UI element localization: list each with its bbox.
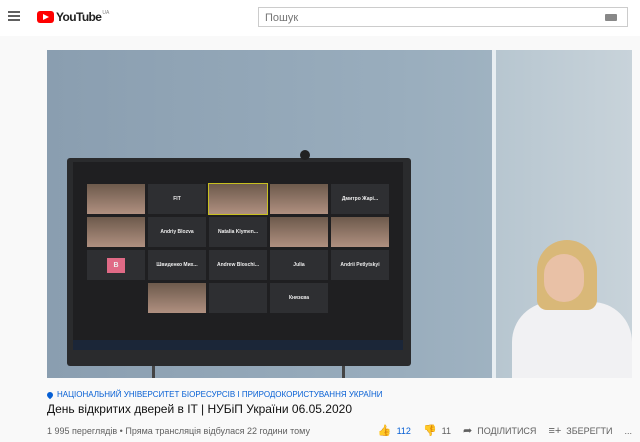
more-icon: ... [624, 425, 632, 436]
participant-tile: B [87, 250, 145, 280]
youtube-logo[interactable]: YouTube UA [37, 10, 109, 24]
video-title: День відкритих дверей в IT | НУБіП Украї… [47, 402, 352, 416]
video-player[interactable]: FIT Дмитро Жарі... Andriy Blozva Natalia Kl… [47, 50, 632, 378]
taskbar [73, 340, 403, 350]
participant-tile [270, 217, 328, 247]
participant-name: Julia [293, 262, 305, 268]
thumbs-down-icon: 👎 [422, 425, 437, 437]
tv-stand-leg [342, 366, 345, 378]
participant-name: FIT [173, 196, 181, 202]
channel-link[interactable]: НАЦІОНАЛЬНИЙ УНІВЕРСИТЕТ БІОРЕСУРСІВ І П… [45, 390, 632, 399]
participant-name: Andrii Petlytskyi [340, 262, 380, 268]
dislike-button[interactable]: 👎 11 [423, 424, 451, 437]
like-button[interactable]: 👍 112 [378, 424, 411, 437]
participant-tile [148, 283, 206, 313]
participant-name: B [107, 257, 125, 273]
webcam [300, 150, 310, 160]
participant-name: Князєва [288, 295, 310, 301]
participant-tile: Natalia Klymen... [209, 217, 267, 247]
search-box [258, 7, 628, 27]
region-code: UA [102, 10, 110, 16]
location-pin-icon [45, 390, 55, 399]
share-arrow-icon: ➦ [463, 425, 473, 437]
top-bar: YouTube UA [0, 0, 640, 36]
participant-grid: FIT Дмитро Жарі... Andriy Blozva Natalia Kl… [87, 183, 389, 313]
participant-name: Natalia Klymen... [217, 229, 258, 235]
participant-tile [87, 184, 145, 214]
keyboard-icon[interactable] [605, 14, 617, 21]
participant-tile: Andrii Petlytskyi [331, 250, 389, 280]
dislike-count: 11 [441, 425, 451, 436]
participant-tile: Князєва [270, 283, 328, 313]
video-info: НАЦІОНАЛЬНИЙ УНІВЕРСИТЕТ БІОРЕСУРСІВ І П… [45, 390, 632, 437]
view-count: 1 995 переглядів [47, 426, 118, 436]
participant-tile: Julia [270, 250, 328, 280]
channel-name: НАЦІОНАЛЬНИЙ УНІВЕРСИТЕТ БІОРЕСУРСІВ І П… [57, 390, 383, 399]
save-label: ЗБЕРЕГТИ [566, 425, 613, 436]
participant-name: Andriy Blozva [160, 229, 194, 235]
tv-stand-leg [152, 366, 155, 378]
thumbs-up-icon: 👍 [377, 425, 392, 437]
participant-name: Andrew Bloschi... [217, 262, 259, 268]
participant-name: Швиденко Мих... [156, 262, 198, 268]
participant-tile: Швиденко Мих... [148, 250, 206, 280]
participant-name: Дмитро Жарі... [341, 196, 379, 202]
stream-date: Пряма трансляція відбулася 22 години том… [125, 426, 310, 436]
share-label: ПОДІЛИТИСЯ [477, 425, 537, 436]
presenter [492, 240, 632, 378]
play-logo-icon [37, 11, 54, 23]
playlist-add-icon: ≡+ [548, 424, 562, 437]
logo-text: YouTube [56, 10, 102, 24]
participant-tile [209, 283, 267, 313]
participant-tile: Andrew Bloschi... [209, 250, 267, 280]
participant-tile [87, 217, 145, 247]
share-button[interactable]: ➦ ПОДІЛИТИСЯ [463, 424, 536, 437]
participant-tile: Andriy Blozva [148, 217, 206, 247]
like-count: 112 [396, 425, 411, 436]
separator: • [119, 426, 123, 436]
participant-tile [208, 183, 268, 215]
search-input[interactable] [259, 9, 589, 27]
save-button[interactable]: ≡+ ЗБЕРЕГТИ [548, 425, 612, 437]
menu-icon[interactable] [8, 11, 20, 21]
participant-tile: FIT [148, 184, 206, 214]
participant-tile: Дмитро Жарі... [331, 184, 389, 214]
more-button[interactable]: ... [624, 426, 632, 436]
participant-tile [270, 184, 328, 214]
participant-tile [331, 217, 389, 247]
